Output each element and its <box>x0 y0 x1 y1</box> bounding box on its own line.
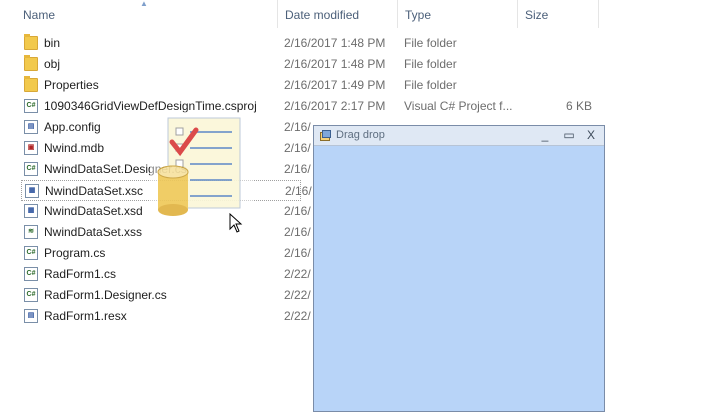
file-name: RadForm1.cs <box>44 267 117 281</box>
file-date: 2/16/ <box>284 120 311 134</box>
file-date: 2/16/2017 1:49 PM <box>284 78 386 92</box>
file-name: NwindDataSet.xsc <box>45 184 144 198</box>
file-date: 2/16/ <box>285 184 312 198</box>
folder-icon <box>24 34 38 50</box>
file-name: RadForm1.Designer.cs <box>44 288 167 302</box>
column-header: ▲ Name Date modified Type Size <box>0 0 713 28</box>
folder-icon <box>24 76 38 92</box>
maximize-button[interactable]: ▭ <box>561 128 577 142</box>
drop-area[interactable] <box>314 146 604 411</box>
cs-icon: C# <box>24 288 38 302</box>
file-type: File folder <box>404 36 457 50</box>
column-size[interactable]: Size <box>518 0 598 28</box>
csproj-icon: C# <box>24 99 38 113</box>
file-type: Visual C# Project f... <box>404 99 513 113</box>
drag-drop-window[interactable]: Drag drop _ ▭ X <box>313 125 605 412</box>
folder-icon <box>24 55 38 71</box>
file-name: obj <box>44 57 61 71</box>
file-row[interactable]: C# 1090346GridViewDefDesignTime.csproj 2… <box>21 96 621 117</box>
file-date: 2/16/ <box>284 141 311 155</box>
minimize-button[interactable]: _ <box>537 128 553 142</box>
cursor-icon <box>229 213 243 233</box>
file-date: 2/16/2017 1:48 PM <box>284 36 386 50</box>
file-name: NwindDataSet.xsd <box>44 204 143 218</box>
resx-icon: ▤ <box>24 309 38 323</box>
app-icon <box>320 130 331 141</box>
file-name: Program.cs <box>44 246 106 260</box>
file-date: 2/16/ <box>284 204 311 218</box>
file-row[interactable]: obj 2/16/2017 1:48 PM File folder <box>21 54 621 75</box>
drag-preview-icon <box>148 112 256 220</box>
file-row[interactable]: bin 2/16/2017 1:48 PM File folder <box>21 33 621 54</box>
title-bar[interactable]: Drag drop _ ▭ X <box>314 126 604 146</box>
cs-icon: C# <box>24 162 38 176</box>
file-date: 2/22/ <box>284 309 311 323</box>
file-date: 2/16/ <box>284 246 311 260</box>
file-date: 2/22/ <box>284 288 311 302</box>
column-divider[interactable] <box>598 0 599 28</box>
mdb-icon: ▣ <box>24 141 38 155</box>
config-icon: ▤ <box>24 120 38 134</box>
file-type: File folder <box>404 78 457 92</box>
file-date: 2/16/2017 1:48 PM <box>284 57 386 71</box>
file-name: Nwind.mdb <box>44 141 105 155</box>
close-button[interactable]: X <box>583 128 599 142</box>
file-date: 2/16/ <box>284 162 311 176</box>
cs-icon: C# <box>24 267 38 281</box>
file-size: 6 KB <box>566 99 593 113</box>
cs-icon: C# <box>24 246 38 260</box>
column-type[interactable]: Type <box>398 0 517 28</box>
file-date: 2/22/ <box>284 267 311 281</box>
window-title: Drag drop <box>336 129 385 141</box>
file-name: 1090346GridViewDefDesignTime.csproj <box>44 99 257 113</box>
xss-icon: ≋ <box>24 225 38 239</box>
file-row[interactable]: Properties 2/16/2017 1:49 PM File folder <box>21 75 621 96</box>
column-name[interactable]: Name <box>16 0 277 28</box>
file-name: Properties <box>44 78 99 92</box>
file-name: bin <box>44 36 61 50</box>
xsd-icon: ▦ <box>24 204 38 218</box>
xsc-icon: ▦ <box>25 184 39 198</box>
file-date: 2/16/2017 2:17 PM <box>284 99 386 113</box>
file-name: RadForm1.resx <box>44 309 127 323</box>
file-name: NwindDataSet.xss <box>44 225 143 239</box>
file-date: 2/16/ <box>284 225 311 239</box>
file-name: App.config <box>44 120 101 134</box>
file-type: File folder <box>404 57 457 71</box>
column-date-modified[interactable]: Date modified <box>278 0 397 28</box>
